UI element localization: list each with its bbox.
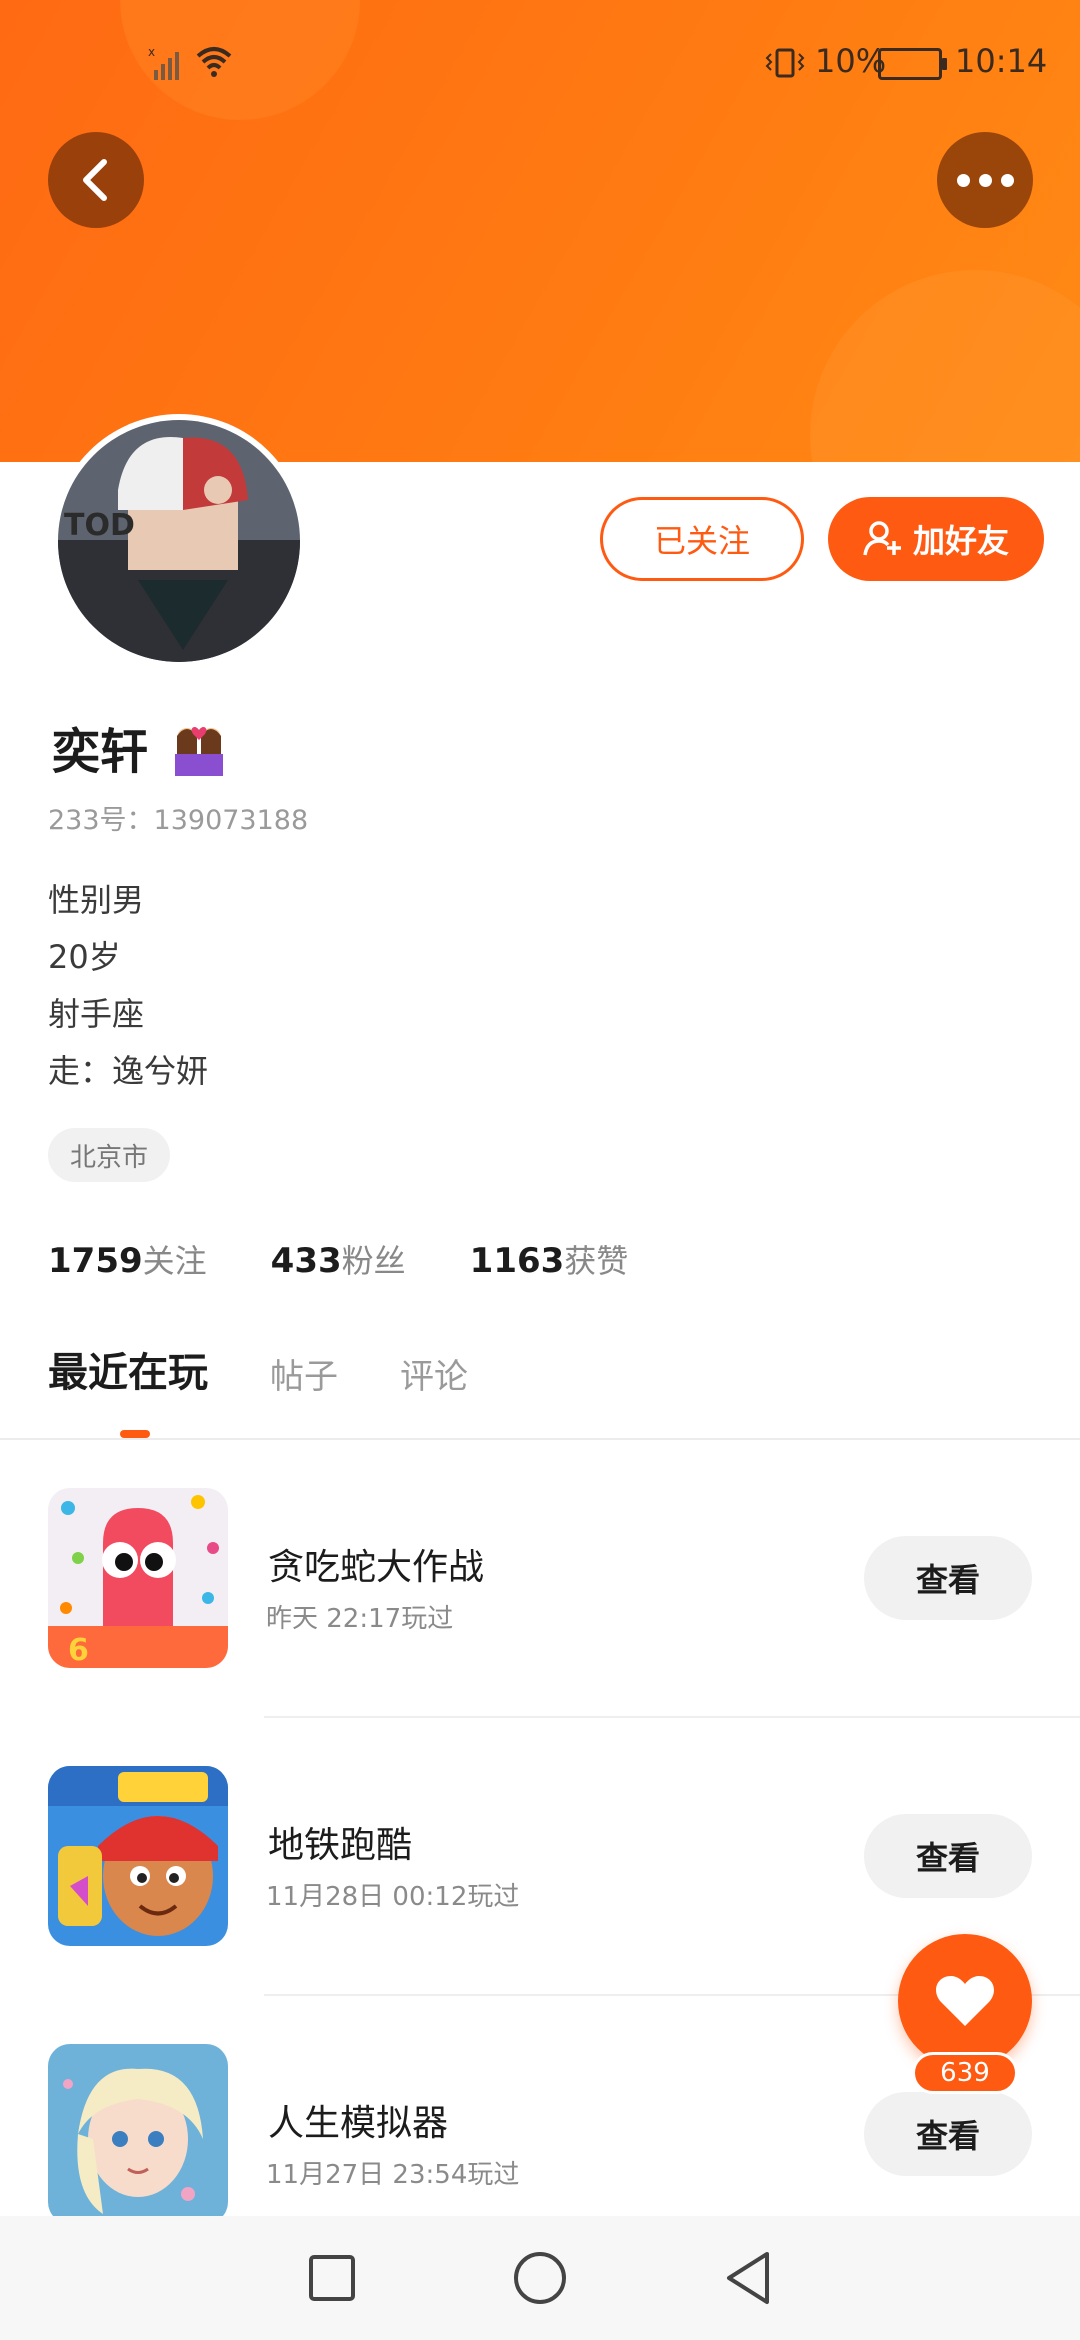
game-name: 人生模拟器 [268, 2103, 449, 2144]
like-count-badge: 639 [912, 2052, 1018, 2094]
stat-number: 1759 [48, 1241, 143, 1281]
vibrate-icon [765, 48, 805, 78]
tab-posts[interactable]: 帖子 [270, 1349, 338, 1398]
recents-icon[interactable] [307, 2253, 357, 2303]
tab-comments[interactable]: 评论 [400, 1349, 468, 1398]
profile-header-banner: x 10% 10:14 [0, 0, 1080, 462]
profile-tabs: 最近在玩 帖子 评论 [48, 1340, 530, 1398]
stats-row: 1759关注 433粉丝 1163获赞 [48, 1236, 692, 1282]
location-text: 北京市 [70, 1142, 149, 1173]
battery-percent: 10% [815, 42, 887, 80]
chevron-left-icon [83, 159, 107, 201]
bio-line: 走：逸兮妍 [48, 1052, 209, 1090]
bio-line: 射手座 [48, 995, 145, 1033]
avatar[interactable]: TOD [52, 414, 306, 668]
svg-text:TOD: TOD [64, 508, 135, 543]
svg-text:x: x [148, 46, 155, 59]
location-tag: 北京市 [48, 1128, 171, 1182]
status-bar: x 10% 10:14 [0, 42, 1080, 82]
like-button[interactable] [898, 1934, 1032, 2068]
couple-emoji-icon [174, 727, 223, 776]
bio-line: 性别男 [48, 881, 145, 919]
followed-button[interactable]: 已关注 [600, 497, 804, 581]
divider [0, 1438, 1080, 1440]
tab-recently-played[interactable]: 最近在玩 [48, 1340, 208, 1398]
view-button[interactable]: 查看 [864, 1814, 1032, 1898]
bio: 性别男 20岁 射手座 走：逸兮妍 [48, 872, 208, 1100]
more-options-button[interactable] [937, 132, 1033, 228]
add-user-icon [863, 521, 901, 556]
user-id: 233号：139073188 [48, 805, 309, 836]
username: 奕轩 [52, 712, 229, 782]
followed-label: 已关注 [653, 522, 750, 560]
snake-game-icon: 6 [48, 1488, 228, 1668]
stat-label: 粉丝 [341, 1242, 406, 1280]
battery-icon [878, 48, 947, 80]
header-decoration [810, 270, 1080, 462]
back-button[interactable] [48, 132, 144, 228]
stat-following[interactable]: 1759关注 [48, 1236, 207, 1282]
divider [264, 1716, 1080, 1718]
add-friend-button[interactable]: 加好友 [828, 497, 1044, 581]
subway-surfers-icon [48, 1766, 228, 1946]
home-icon[interactable] [512, 2250, 568, 2306]
stat-followers[interactable]: 433粉丝 [271, 1236, 406, 1282]
stat-label: 获赞 [564, 1242, 629, 1280]
more-icon [956, 173, 1014, 187]
view-button[interactable]: 查看 [864, 2092, 1032, 2176]
avatar-image: TOD [58, 420, 300, 662]
system-nav-bar [0, 2216, 1080, 2340]
game-last-played: 昨天 22:17玩过 [266, 1604, 454, 1634]
game-last-played: 11月27日 23:54玩过 [266, 2160, 520, 2190]
game-last-played: 11月28日 00:12玩过 [266, 1882, 520, 1912]
stat-label: 关注 [142, 1242, 207, 1280]
heart-icon [936, 1976, 994, 2026]
view-button[interactable]: 查看 [864, 1536, 1032, 1620]
game-name: 地铁跑酷 [268, 1825, 413, 1866]
back-nav-icon[interactable] [723, 2250, 773, 2306]
stat-number: 433 [270, 1241, 342, 1281]
stat-number: 1163 [469, 1241, 565, 1281]
bio-line: 20岁 [48, 938, 121, 976]
game-list-item[interactable]: 6 贪吃蛇大作战 昨天 22:17玩过 查看 [0, 1488, 1080, 1766]
signal-icon: x [148, 46, 179, 80]
game-name: 贪吃蛇大作战 [268, 1547, 485, 1588]
clock: 10:14 [955, 42, 1048, 80]
add-friend-label: 加好友 [912, 522, 1009, 560]
active-tab-indicator [120, 1430, 150, 1438]
wifi-icon [196, 47, 232, 77]
life-simulator-icon [48, 2044, 228, 2224]
username-text: 奕轩 [52, 724, 149, 780]
stat-likes: 1163获赞 [470, 1236, 629, 1282]
svg-text:6: 6 [68, 1633, 89, 1668]
